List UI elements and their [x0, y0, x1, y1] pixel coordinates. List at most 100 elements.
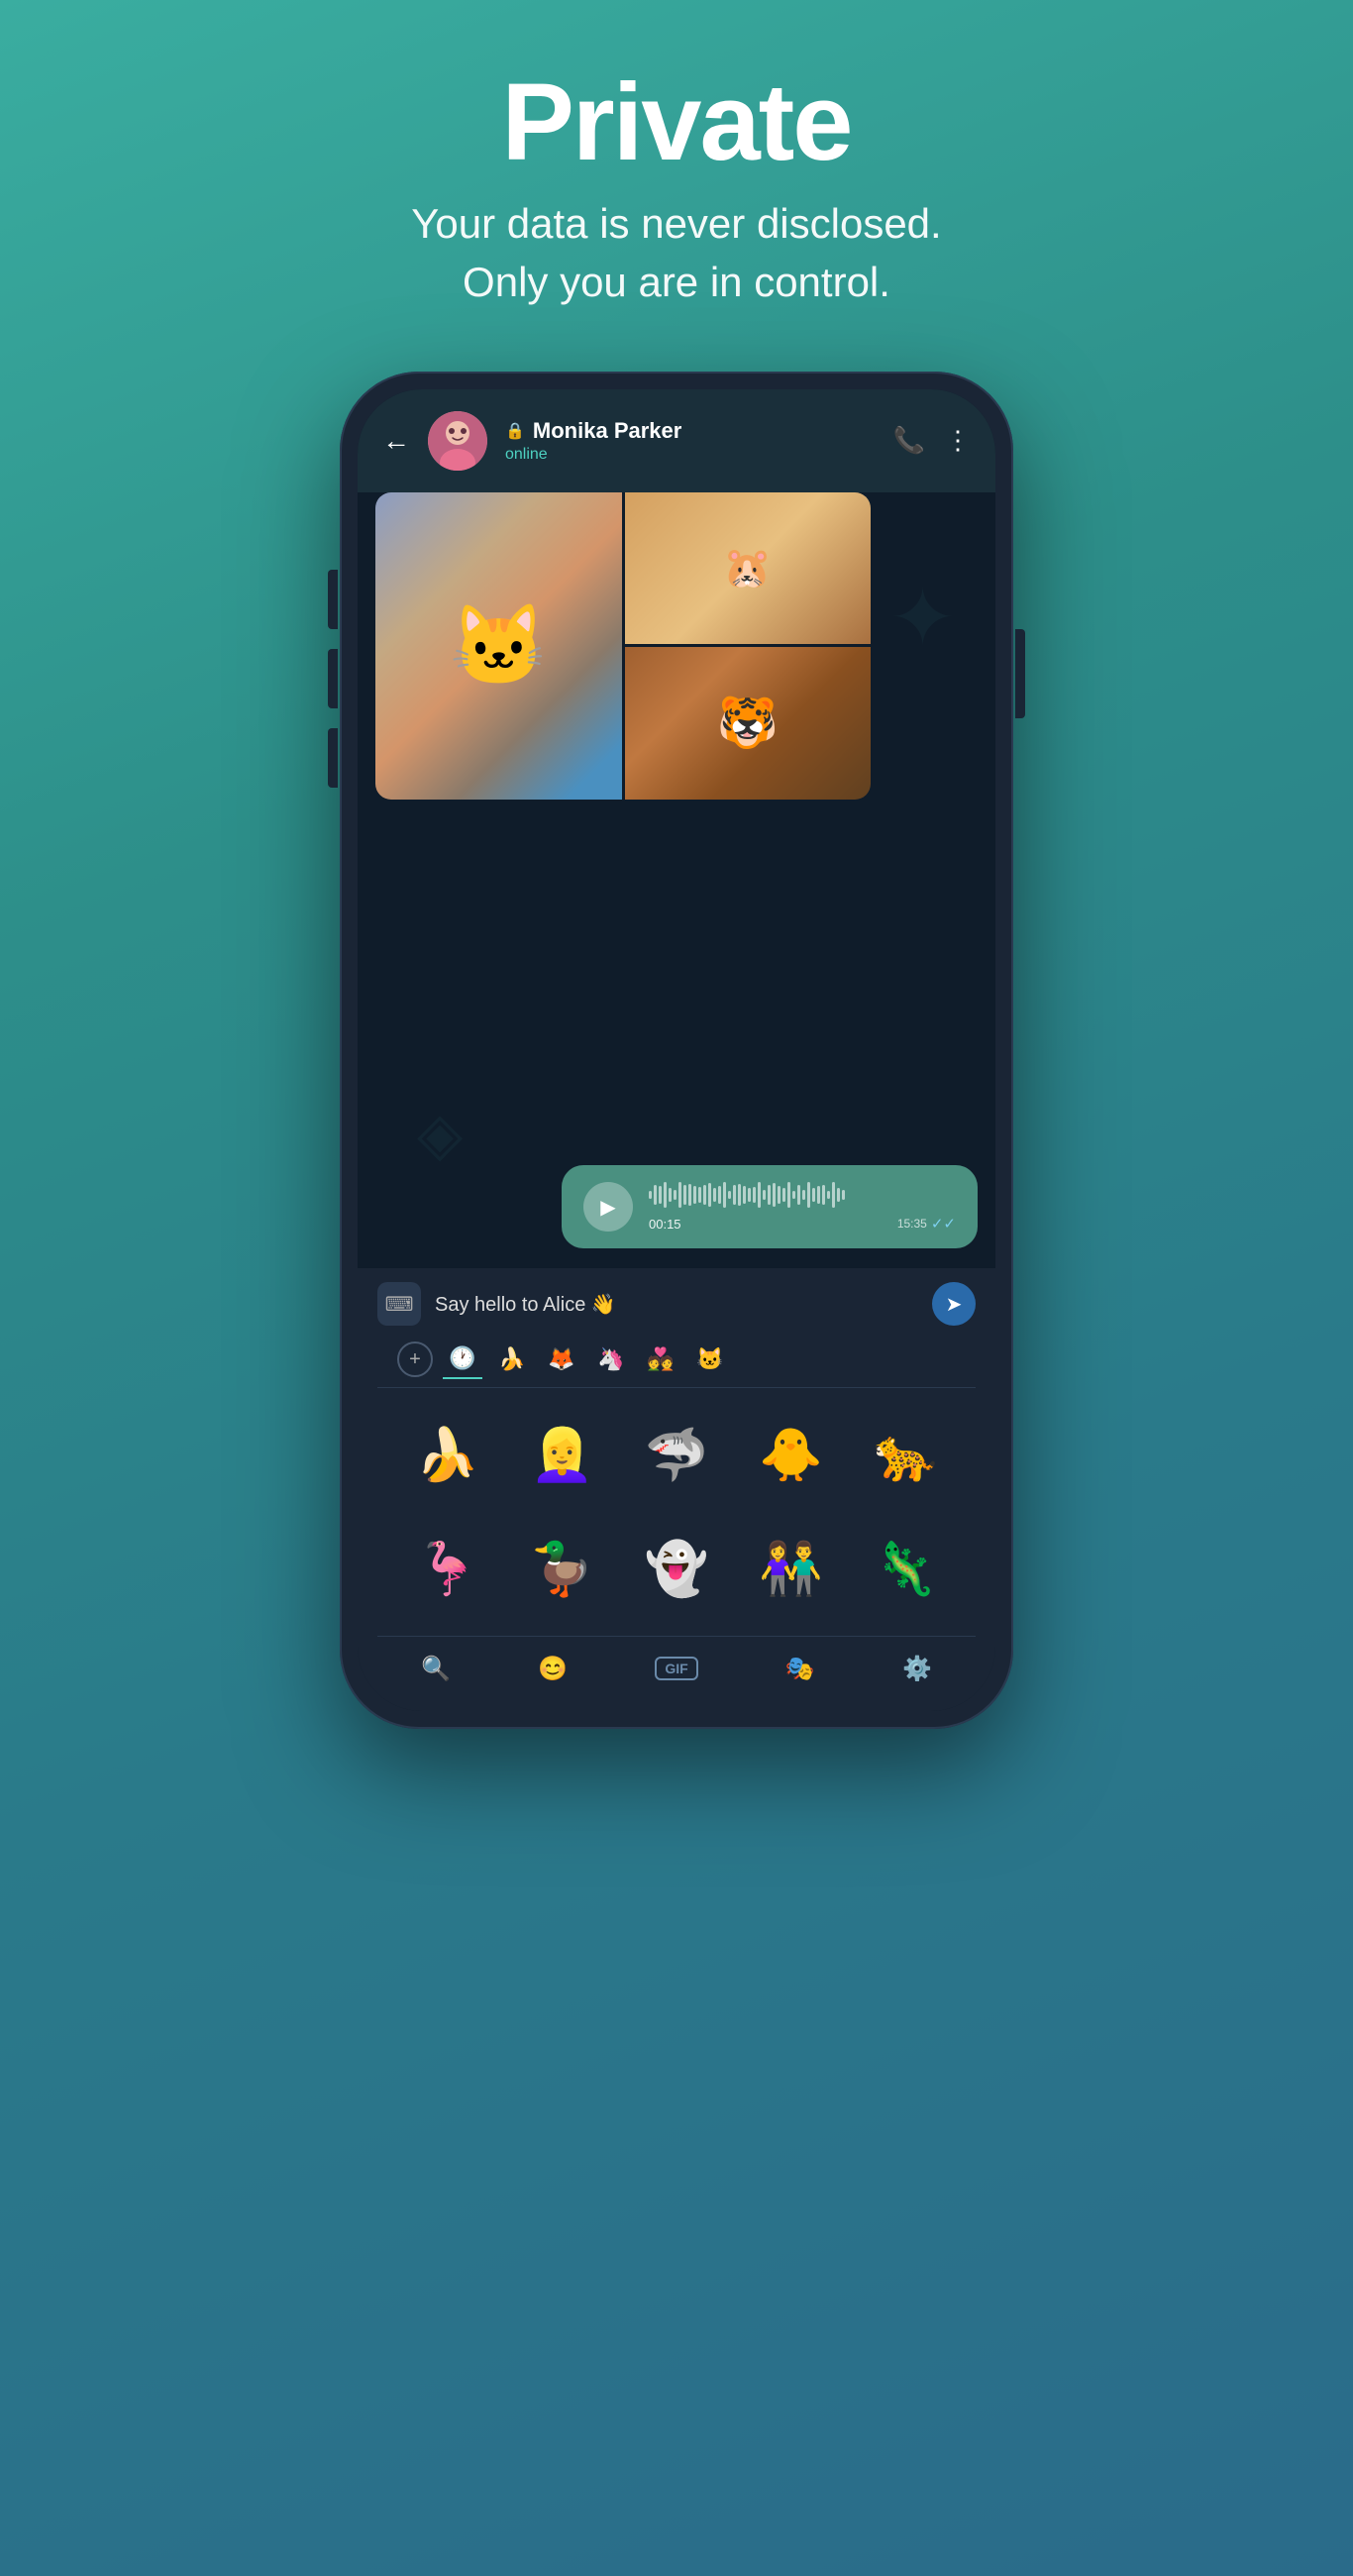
- sticker-lizard[interactable]: 🦎: [851, 1515, 960, 1624]
- sticker-shark[interactable]: 🦈: [622, 1400, 731, 1509]
- bar: [674, 1190, 676, 1200]
- bar: [822, 1185, 825, 1205]
- sticker-flamingo[interactable]: 🦩: [393, 1515, 502, 1624]
- bar: [748, 1188, 751, 1202]
- read-receipts: ✓✓: [931, 1215, 956, 1233]
- send-button[interactable]: ➤: [932, 1282, 976, 1326]
- bar: [738, 1184, 741, 1206]
- sticker-tab-recent[interactable]: 🕐: [443, 1340, 482, 1379]
- hamster-image: [625, 492, 872, 645]
- sticker-tab-pack3[interactable]: 🦄: [591, 1340, 631, 1379]
- page-subtitle: Your data is never disclosed. Only you a…: [411, 195, 941, 312]
- sticker-panel: + 🕐 🍌 🦊 🦄 💑 🐱 🍌 👱‍♀️ 🦈 🐥: [377, 1340, 976, 1700]
- bar: [683, 1185, 686, 1205]
- sticker-icon: 🎭: [785, 1655, 815, 1683]
- bar: [753, 1187, 756, 1203]
- bar: [708, 1183, 711, 1207]
- bar: [669, 1188, 672, 1202]
- play-button[interactable]: ▶: [583, 1182, 633, 1232]
- sticker-tab-pack5[interactable]: 🐱: [690, 1340, 730, 1379]
- sticker-blonde-woman[interactable]: 👱‍♀️: [508, 1400, 617, 1509]
- sticker-tabs: + 🕐 🍌 🦊 🦄 💑 🐱: [377, 1340, 976, 1388]
- bar: [768, 1185, 771, 1205]
- voice-message: ▶: [562, 1165, 978, 1248]
- bar: [693, 1186, 696, 1204]
- sticker-banana[interactable]: 🍌: [393, 1400, 502, 1509]
- gif-tool[interactable]: GIF: [635, 1651, 717, 1686]
- page-title: Private: [411, 59, 941, 185]
- bar: [718, 1186, 721, 1204]
- call-button[interactable]: 📞: [893, 425, 925, 456]
- sticker-tab-pack2[interactable]: 🦊: [542, 1340, 581, 1379]
- emoji-icon: 😊: [538, 1655, 568, 1683]
- sticker-tab-pack1[interactable]: 🍌: [492, 1340, 532, 1379]
- bar: [827, 1191, 830, 1199]
- bg-deco-3: ◈: [417, 1100, 463, 1169]
- keyboard-toggle-button[interactable]: ⌨: [377, 1282, 421, 1326]
- sticker-chick[interactable]: 🐥: [737, 1400, 846, 1509]
- bar: [678, 1182, 681, 1208]
- gif-icon: GIF: [655, 1657, 697, 1680]
- bar: [773, 1183, 776, 1207]
- bar: [817, 1186, 820, 1204]
- keyboard-icon: ⌨: [385, 1292, 414, 1317]
- contact-info: 🔒 Monika Parker online: [505, 418, 876, 464]
- image-cell-tiger: [625, 647, 872, 800]
- message-text: Say hello to Alice 👋: [435, 1292, 616, 1317]
- bar: [659, 1186, 662, 1204]
- contact-status: online: [505, 446, 876, 464]
- bar: [654, 1185, 657, 1205]
- bar: [787, 1182, 790, 1208]
- bar: [837, 1188, 840, 1202]
- header-icons: 📞 ⋮: [893, 425, 971, 456]
- bar: [713, 1188, 716, 1202]
- voice-duration: 00:15: [649, 1217, 681, 1232]
- input-area: ⌨ Say hello to Alice 👋 ➤ + 🕐 🍌: [358, 1268, 995, 1710]
- settings-tool[interactable]: ⚙️: [883, 1649, 952, 1689]
- sticker-grid: 🍌 👱‍♀️ 🦈 🐥 🐆 🦩 🦆 👻 👫 🦎: [377, 1388, 976, 1635]
- sticker-leopard[interactable]: 🐆: [851, 1400, 960, 1509]
- voice-waveform: 00:15 15:35 ✓✓: [649, 1181, 956, 1233]
- bar: [664, 1182, 667, 1208]
- chat-header: ← 🔒 Monika Parker: [358, 389, 995, 492]
- emoji-tool[interactable]: 😊: [518, 1649, 587, 1689]
- bg-deco-1: ✦: [889, 572, 956, 664]
- image-cell-hamster: [625, 492, 872, 645]
- sticker-duck[interactable]: 🦆: [508, 1515, 617, 1624]
- more-options-button[interactable]: ⋮: [945, 425, 971, 456]
- bar: [723, 1182, 726, 1208]
- bar: [763, 1190, 766, 1200]
- search-icon: 🔍: [421, 1655, 451, 1683]
- bar: [778, 1186, 781, 1204]
- lock-icon: 🔒: [505, 421, 525, 441]
- search-tool[interactable]: 🔍: [401, 1649, 470, 1689]
- avatar-image: [428, 411, 487, 471]
- phone-screen: ← 🔒 Monika Parker: [358, 389, 995, 1711]
- voice-time-row: 00:15 15:35 ✓✓: [649, 1215, 956, 1233]
- add-sticker-button[interactable]: +: [397, 1342, 433, 1377]
- back-button[interactable]: ←: [382, 425, 410, 457]
- avatar: [428, 411, 487, 471]
- phone-device: ← 🔒 Monika Parker: [340, 372, 1013, 1729]
- bottom-toolbar: 🔍 😊 GIF 🎭 ⚙️: [377, 1636, 976, 1701]
- sticker-tab-pack4[interactable]: 💑: [641, 1340, 680, 1379]
- voice-timestamp: 15:35 ✓✓: [897, 1215, 956, 1233]
- bar: [802, 1190, 805, 1200]
- bar: [842, 1190, 845, 1200]
- bar: [698, 1187, 701, 1203]
- sticker-couple[interactable]: 👫: [737, 1515, 846, 1624]
- waveform-bars: [649, 1181, 956, 1209]
- message-input-row: ⌨ Say hello to Alice 👋 ➤: [377, 1282, 976, 1326]
- bar: [728, 1191, 731, 1199]
- bar: [832, 1182, 835, 1208]
- sticker-tool[interactable]: 🎭: [766, 1649, 835, 1689]
- chat-area: ✦ ◇ ◈ ▶: [358, 492, 995, 1269]
- bar: [807, 1182, 810, 1208]
- image-grid: [375, 492, 871, 800]
- sticker-ghost[interactable]: 👻: [622, 1515, 731, 1624]
- bar: [649, 1191, 652, 1199]
- page-header: Private Your data is never disclosed. On…: [411, 0, 941, 342]
- message-input[interactable]: Say hello to Alice 👋: [435, 1292, 918, 1317]
- bar: [733, 1185, 736, 1205]
- settings-icon: ⚙️: [902, 1655, 932, 1683]
